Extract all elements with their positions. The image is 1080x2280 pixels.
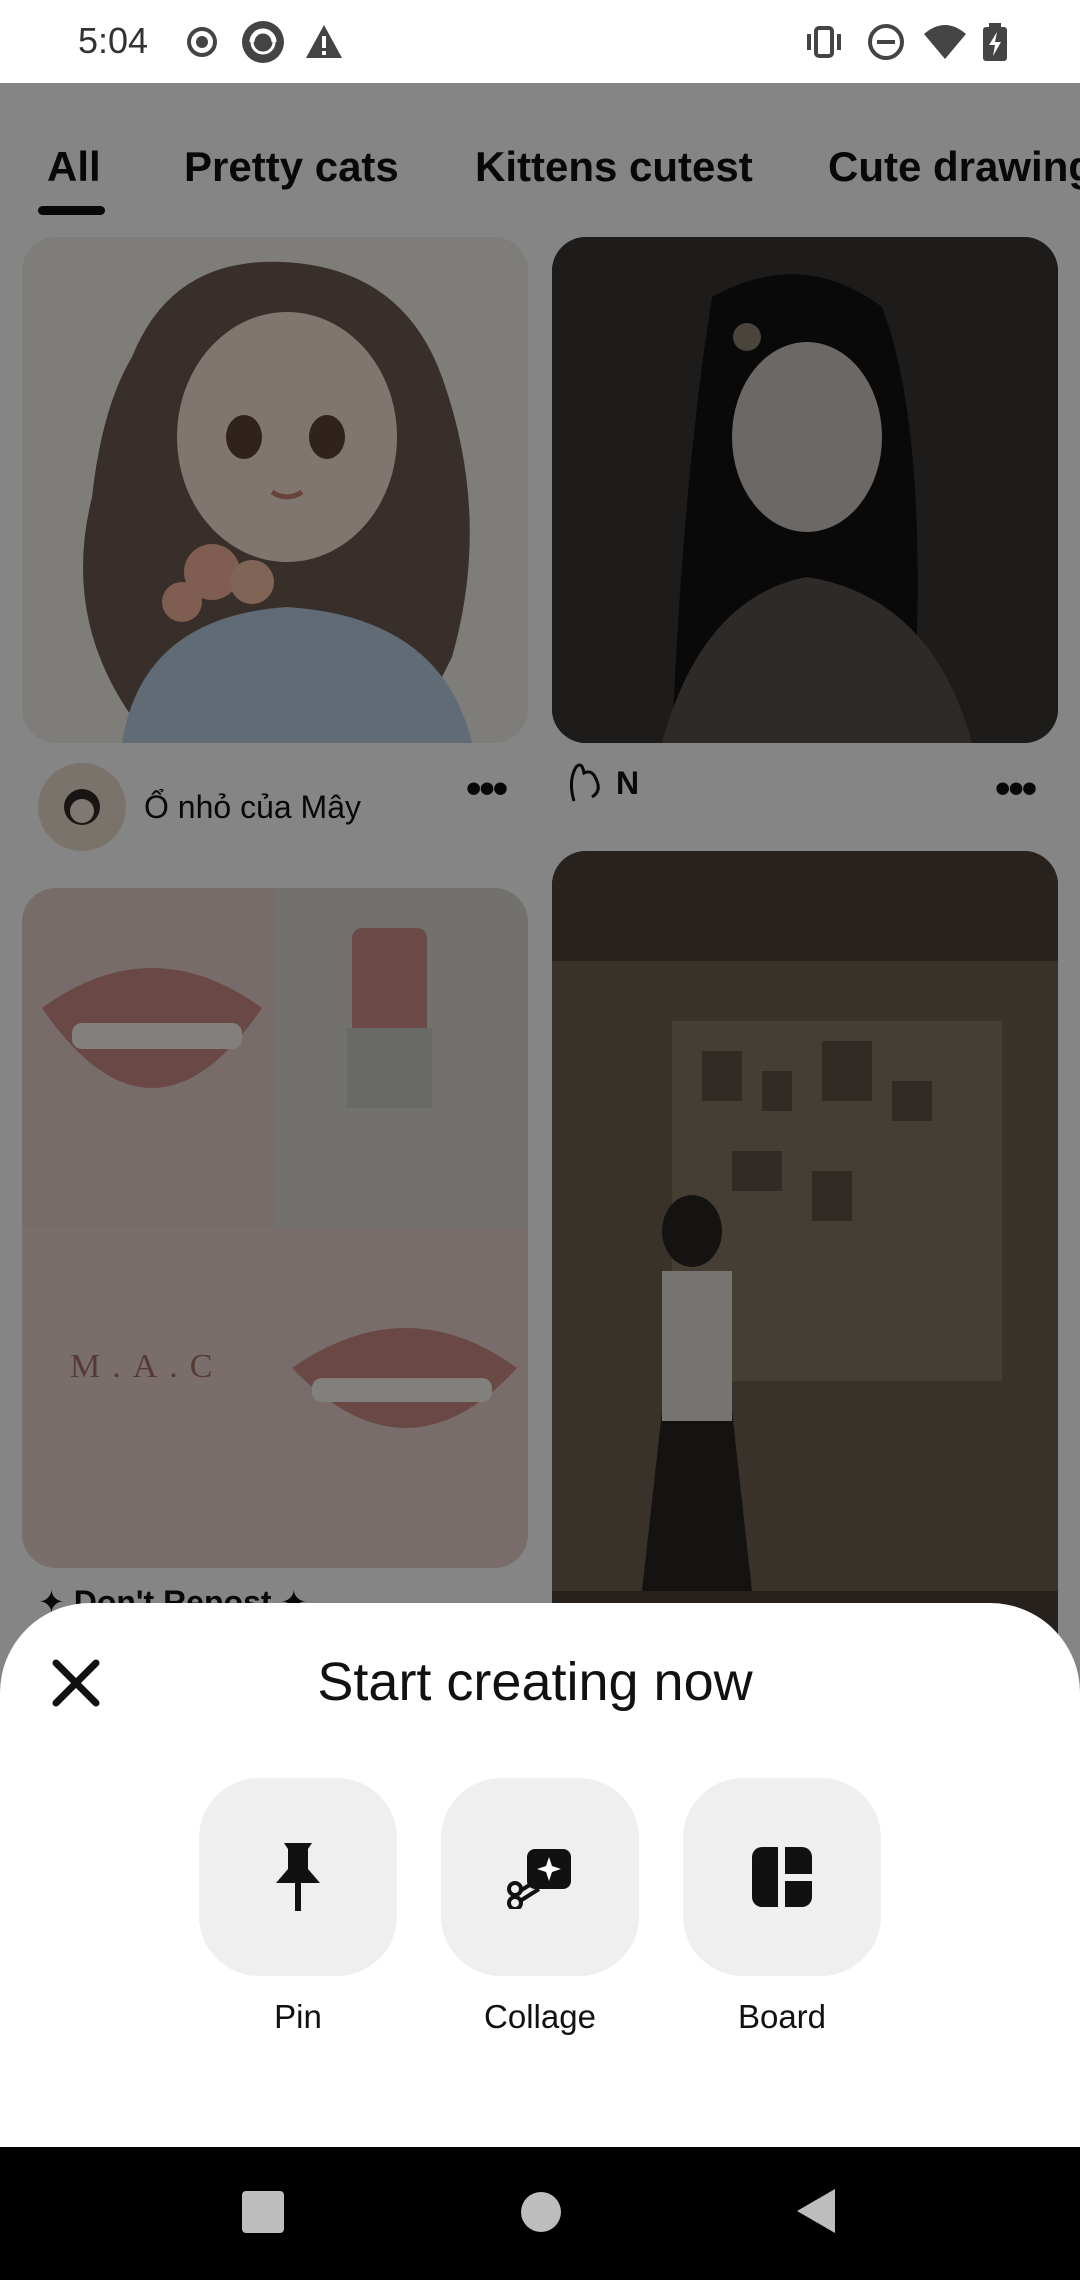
- board-icon: [752, 1846, 813, 1908]
- record-icon: [187, 27, 217, 57]
- create-pin-action[interactable]: Pin: [199, 1778, 397, 2036]
- warning-icon: [306, 25, 342, 58]
- sheet-title: Start creating now: [317, 1652, 753, 1712]
- vibrate-icon: [807, 26, 841, 58]
- create-pin-button[interactable]: [199, 1778, 397, 1976]
- create-board-label: Board: [737, 1998, 827, 2035]
- recents-button[interactable]: [242, 2191, 284, 2233]
- create-board-action[interactable]: Board: [683, 1778, 881, 2036]
- status-time: 5:04: [78, 20, 149, 61]
- battery-charging-icon: [983, 23, 1007, 61]
- status-bar: 5:04: [0, 0, 1080, 83]
- create-collage-action[interactable]: Collage: [441, 1778, 639, 2036]
- collage-icon: [507, 1849, 571, 1909]
- do-not-disturb-icon: [868, 24, 904, 60]
- pin-icon: [276, 1843, 320, 1911]
- home-button[interactable]: [520, 2191, 562, 2233]
- create-collage-button[interactable]: [441, 1778, 639, 1976]
- app-icon: [242, 21, 284, 63]
- create-bottom-sheet: Start creating now Pin Collage Board: [0, 1603, 1080, 2147]
- back-button[interactable]: [795, 2187, 837, 2235]
- system-nav-bar: [0, 2147, 1080, 2280]
- create-board-button[interactable]: [683, 1778, 881, 1976]
- create-pin-label: Pin: [274, 1998, 322, 2035]
- wifi-icon: [924, 25, 966, 59]
- create-collage-label: Collage: [484, 1998, 596, 2035]
